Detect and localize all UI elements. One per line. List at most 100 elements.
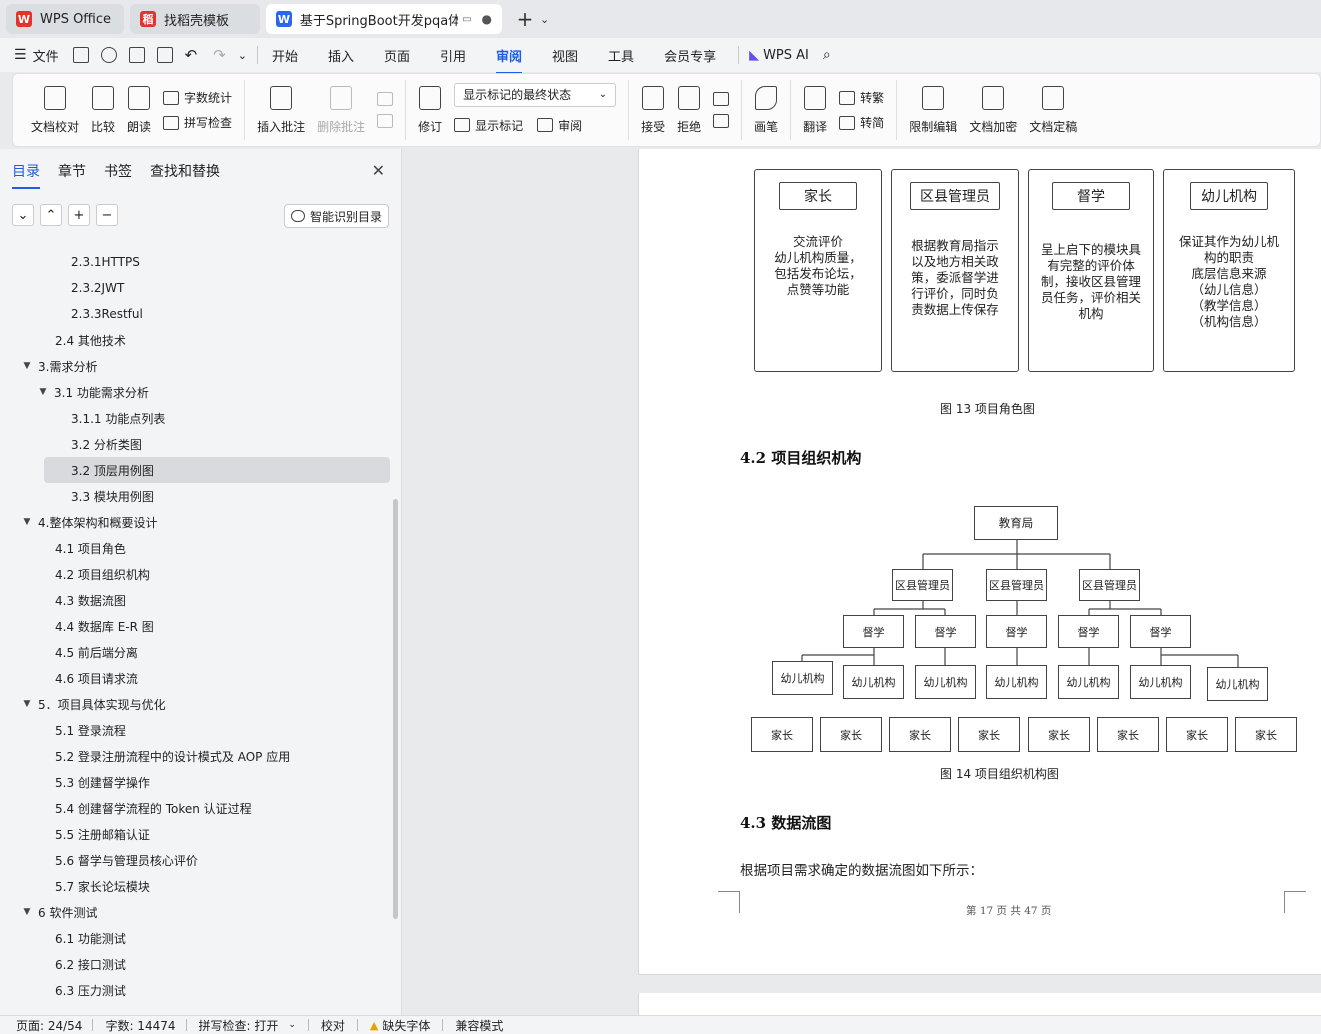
word-count-indicator[interactable]: 字数: 14474 [105,1017,175,1034]
missing-font-status[interactable]: 缺失字体 [382,1017,430,1034]
next-comment-icon[interactable] [377,114,394,128]
toc-item[interactable]: 3.1.1 功能点列表 [0,405,392,431]
tab-template[interactable]: 稻 找稻壳模板 [130,4,260,34]
menu-member[interactable]: 会员专享 [664,46,716,65]
spell-check-status[interactable]: 拼写检查: 打开 [199,1017,279,1034]
toc-item[interactable]: 4.5 前后端分离 [0,639,392,665]
print-preview-icon[interactable] [156,47,173,63]
to-traditional-button[interactable]: 转繁 [839,89,884,106]
expand-caret-icon[interactable]: ▼ [22,517,32,527]
reject-button[interactable]: 拒绝 [677,85,701,135]
menu-review[interactable]: 审阅 [496,46,523,74]
redo-icon[interactable]: ↷ [213,46,226,64]
search-icon[interactable]: ⌕ [823,47,831,63]
toc-item[interactable]: ▼ 5．项目具体实现与优化 [0,691,392,717]
save-icon[interactable] [72,47,89,63]
menu-file[interactable]: 文件 [33,46,59,65]
toc-item[interactable]: 3.2 顶层用例图 [44,457,390,483]
toc-item[interactable]: 2.4 其他技术 [0,327,392,353]
toc-item[interactable]: ▼ 3.需求分析 [0,353,392,379]
review-pane-button[interactable]: 审阅 [537,117,582,134]
expand-caret-icon[interactable]: ▼ [22,699,32,709]
revise-button[interactable]: 修订 [418,85,442,135]
remove-heading-button[interactable]: − [96,204,118,226]
show-markup-button[interactable]: 显示标记 [454,117,523,134]
tab-wps-office[interactable]: W WPS Office [6,4,124,34]
close-icon[interactable]: ✕ [372,161,385,180]
toc-item[interactable]: 2.3.3Restful [0,301,392,327]
toc-item[interactable]: 5.5 注册邮箱认证 [0,821,392,847]
spell-check-button[interactable]: 拼写检查 [163,114,232,131]
to-simplified-button[interactable]: 转简 [839,114,884,131]
toc-item[interactable]: 5.7 家长论坛模块 [0,873,392,899]
prev-comment-icon[interactable] [377,92,394,106]
tab-document[interactable]: W 基于SpringBoot开发pqa体系 ▭ ● [266,4,502,34]
toc-item[interactable]: 5.1 登录流程 [0,717,392,743]
toc-item[interactable]: 5.4 创建督学流程的 Token 认证过程 [0,795,392,821]
undo-icon[interactable]: ↶ [185,46,198,64]
toc-item[interactable]: 3.3 模块用例图 [0,483,392,509]
toc-item[interactable]: ▼ 6 软件测试 [0,899,392,925]
toc-item[interactable]: 4.3 数据流图 [0,587,392,613]
expand-caret-icon[interactable]: ▼ [22,361,32,371]
doc-check-button[interactable]: 文档校对 [31,85,79,135]
print-icon[interactable] [128,47,145,63]
expand-down-button[interactable]: ⌄ [12,204,34,226]
toc-item[interactable]: ▼ 3.1 功能需求分析 [0,379,392,405]
menu-wps-ai[interactable]: WPS AI [763,48,809,63]
tab-list-chevron-icon[interactable]: ⌄ [540,13,549,26]
restrict-edit-button[interactable]: 限制编辑 [909,85,957,135]
encrypt-button[interactable]: 文档加密 [969,85,1017,135]
insert-comment-button[interactable]: 插入批注 [257,85,305,135]
menu-view[interactable]: 视图 [552,46,578,65]
prev-change-icon[interactable] [713,92,730,106]
compare-button[interactable]: 比较 [91,85,115,135]
menu-reference[interactable]: 引用 [440,46,466,65]
toc-item[interactable]: 5.3 创建督学操作 [0,769,392,795]
collapse-up-button[interactable]: ⌃ [40,204,62,226]
toc-item[interactable]: 4.1 项目角色 [0,535,392,561]
word-count-button[interactable]: 字数统计 [163,89,232,106]
pen-button[interactable]: 画笔 [754,85,778,135]
toc-item[interactable]: 2.3.1HTTPS [0,249,392,275]
nav-tab-bookmark[interactable]: 书签 [104,161,132,181]
next-change-icon[interactable] [713,114,730,128]
toc-item[interactable]: 5.2 登录注册流程中的设计模式及 AOP 应用 [0,743,392,769]
toc-item[interactable]: ▼ 4.整体架构和概要设计 [0,509,392,535]
unsaved-dot-icon[interactable]: ● [482,12,492,26]
nav-tab-toc[interactable]: 目录 [12,161,40,189]
toc-item[interactable]: 3.2 分析类图 [0,431,392,457]
toc-item[interactable]: 4.4 数据库 E-R 图 [0,613,392,639]
nav-scrollbar[interactable] [393,499,398,919]
toc-item[interactable]: 6.3 压力测试 [0,977,392,1003]
add-heading-button[interactable]: + [68,204,90,226]
menu-home[interactable]: 开始 [272,46,298,65]
hamburger-icon[interactable]: ☰ [14,47,27,63]
menu-page[interactable]: 页面 [384,46,410,65]
smart-toc-button[interactable]: 智能识别目录 [283,204,389,228]
toc-item[interactable]: 4.2 项目组织机构 [0,561,392,587]
toc-item[interactable]: 5.6 督学与管理员核心评价 [0,847,392,873]
page-indicator[interactable]: 页面: 24/54 [16,1017,82,1034]
share-icon[interactable] [100,47,117,63]
more-chevron-icon[interactable]: ⌄ [238,49,247,62]
expand-caret-icon[interactable]: ▼ [22,907,32,917]
read-aloud-button[interactable]: 朗读 [127,85,151,135]
markup-state-select[interactable]: 显示标记的最终状态 ⌄ [454,82,617,107]
menu-tools[interactable]: 工具 [608,46,634,65]
translate-button[interactable]: 翻译 [803,85,827,135]
toc-item[interactable]: 4.6 项目请求流 [0,665,392,691]
toc-item[interactable]: 6.1 功能测试 [0,925,392,951]
delete-comment-button[interactable]: 删除批注 [317,85,365,135]
toc-item[interactable]: 2.3.2JWT [0,275,392,301]
menu-insert[interactable]: 插入 [328,46,354,65]
expand-caret-icon[interactable]: ▼ [38,387,48,397]
proof-status[interactable]: 校对 [321,1017,345,1034]
finalize-button[interactable]: 文档定稿 [1029,85,1077,135]
new-tab-button[interactable]: + [514,7,536,31]
document-page[interactable]: 家长 交流评价 幼儿机构质量， 包括发布论坛， 点赞等功能 区县管理员 根据教育… [638,149,1321,975]
accept-button[interactable]: 接受 [641,85,665,135]
nav-tab-find-replace[interactable]: 查找和替换 [150,161,220,181]
nav-tab-chapter[interactable]: 章节 [58,161,86,181]
toc-item[interactable]: 6.2 接口测试 [0,951,392,977]
